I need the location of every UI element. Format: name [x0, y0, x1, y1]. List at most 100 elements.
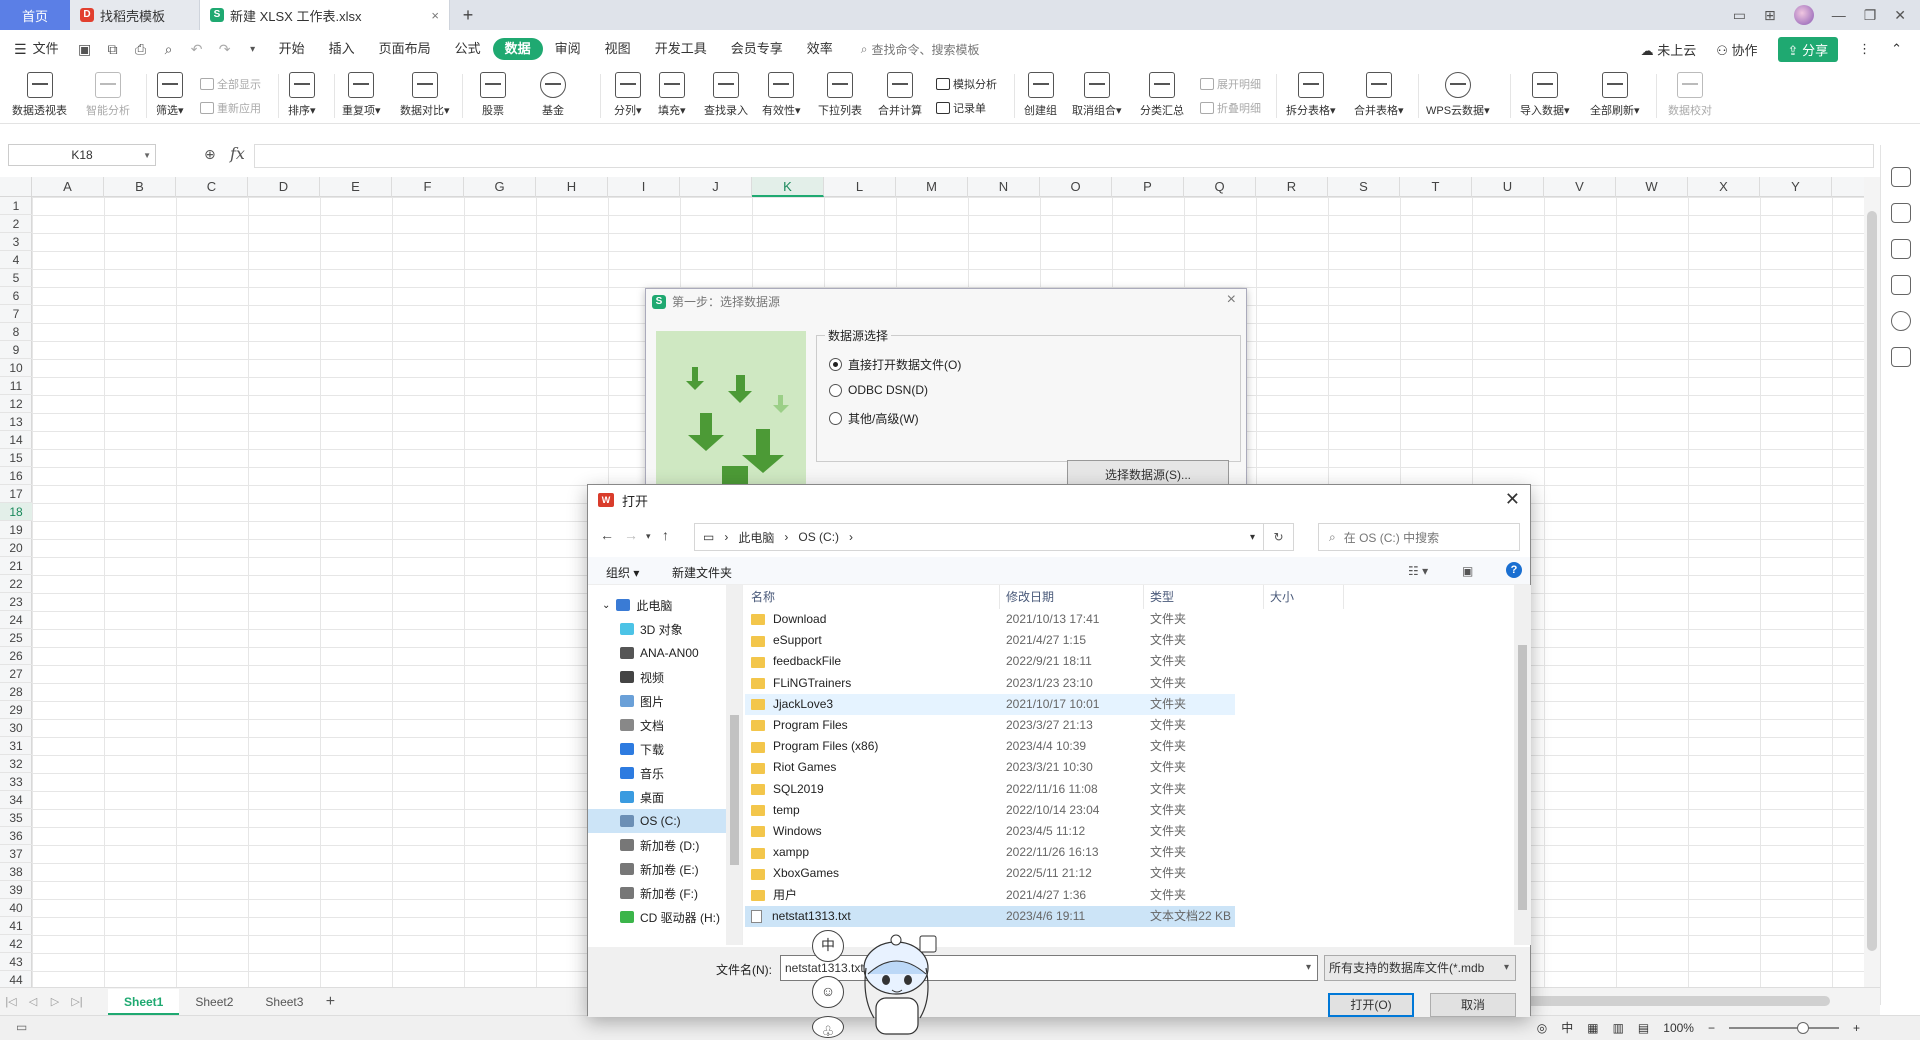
radio-odbc-dsn[interactable]: ODBC DSN(D)	[829, 383, 928, 397]
file-row[interactable]: eSupport 2021/4/27 1:15 文件夹	[745, 630, 1235, 651]
row-header[interactable]: 26	[0, 647, 32, 665]
last-sheet-icon[interactable]: ▷|	[66, 995, 88, 1008]
column-header[interactable]: D	[248, 177, 320, 197]
duplicates-button[interactable]: 重复项▾	[342, 68, 381, 124]
row-header[interactable]: 37	[0, 845, 32, 863]
expand-detail-button[interactable]: 展开明细	[1200, 76, 1261, 92]
arrow-up-icon[interactable]: ↑	[662, 527, 669, 543]
organize-button[interactable]: 组织 ▾	[606, 564, 639, 581]
breadcrumb-this-pc[interactable]: 此电脑	[738, 529, 774, 546]
row-header[interactable]: 27	[0, 665, 32, 683]
file-row[interactable]: Program Files 2023/3/27 21:13 文件夹	[745, 715, 1235, 736]
file-row[interactable]: xampp 2022/11/26 16:13 文件夹	[745, 842, 1235, 863]
vertical-scroll-thumb[interactable]	[1867, 211, 1877, 951]
normal-view-icon[interactable]: ▦	[1587, 1021, 1598, 1035]
column-header[interactable]: E	[320, 177, 392, 197]
row-header[interactable]: 28	[0, 683, 32, 701]
file-row[interactable]: Windows 2023/4/5 11:12 文件夹	[745, 821, 1235, 842]
column-header[interactable]: B	[104, 177, 176, 197]
print-icon[interactable]: ⎙	[127, 41, 155, 58]
location-icon[interactable]	[1891, 311, 1911, 331]
tree-item[interactable]: 视频	[620, 665, 664, 689]
menu-home[interactable]: 开始	[267, 38, 317, 60]
tree-item[interactable]: 文档	[620, 713, 664, 737]
column-header[interactable]: S	[1328, 177, 1400, 197]
sort-button[interactable]: 排序▾	[288, 68, 316, 124]
page-layout-view-icon[interactable]: ▥	[1613, 1021, 1624, 1035]
menu-developer[interactable]: 开发工具	[643, 38, 719, 60]
chevron-down-icon[interactable]: ⌄	[602, 600, 610, 611]
menu-insert[interactable]: 插入	[317, 38, 367, 60]
column-header[interactable]: X	[1688, 177, 1760, 197]
search-input[interactable]: ⌕ 在 OS (C:) 中搜索	[1318, 523, 1520, 551]
column-header[interactable]: W	[1616, 177, 1688, 197]
menu-view[interactable]: 视图	[593, 38, 643, 60]
row-header[interactable]: 15	[0, 449, 32, 467]
column-header[interactable]: N	[968, 177, 1040, 197]
new-tab-button[interactable]: +	[450, 0, 486, 30]
image-panel-icon[interactable]	[1891, 275, 1911, 295]
row-header[interactable]: 3	[0, 233, 32, 251]
column-header[interactable]: M	[896, 177, 968, 197]
tree-item[interactable]: 新加卷 (E:)	[620, 857, 699, 881]
row-header[interactable]: 21	[0, 557, 32, 575]
subtotal-button[interactable]: 分类汇总	[1140, 68, 1184, 124]
add-sheet-icon[interactable]: +	[319, 993, 341, 1011]
tree-item[interactable]: CD 驱动器 (H:)	[620, 905, 720, 929]
wps-cloud-data-button[interactable]: WPS云数据▾	[1426, 68, 1490, 124]
tree-item[interactable]: 新加卷 (F:)	[620, 881, 698, 905]
emoji-bubble-icon[interactable]: ☺	[812, 976, 844, 1008]
row-header[interactable]: 25	[0, 629, 32, 647]
view-options-icon[interactable]: ☷ ▾	[1408, 564, 1428, 578]
file-row[interactable]: Download 2021/10/13 17:41 文件夹	[745, 609, 1235, 630]
row-header[interactable]: 22	[0, 575, 32, 593]
tab-home[interactable]: 首页	[0, 0, 70, 30]
avatar[interactable]	[1793, 5, 1814, 25]
help-icon[interactable]: ?	[1506, 562, 1522, 578]
row-header[interactable]: 43	[0, 953, 32, 971]
prev-sheet-icon[interactable]: ◁	[22, 995, 44, 1008]
tab-template[interactable]: D 找稻壳模板	[70, 0, 200, 30]
zoom-out-icon[interactable]: −	[1708, 1021, 1715, 1035]
row-header[interactable]: 42	[0, 935, 32, 953]
split-table-button[interactable]: 拆分表格▾	[1286, 68, 1336, 124]
tree-item[interactable]: ANA-AN00	[620, 641, 699, 665]
select-all-corner[interactable]	[0, 177, 32, 197]
column-header[interactable]: A	[32, 177, 104, 197]
column-header[interactable]: L	[824, 177, 896, 197]
column-date[interactable]: 修改日期	[1000, 585, 1144, 609]
cancel-button[interactable]: 取消	[1430, 993, 1516, 1017]
restore-icon[interactable]: ❐	[1864, 7, 1877, 24]
column-header[interactable]: F	[392, 177, 464, 197]
stock-button[interactable]: 股票	[480, 68, 506, 124]
tree-item[interactable]: 3D 对象	[620, 617, 683, 641]
close-icon[interactable]: ✕	[1505, 489, 1520, 510]
tab-close-icon[interactable]: ×	[431, 8, 439, 23]
data-verify-button[interactable]: 数据校对	[1668, 68, 1712, 124]
fx-label[interactable]: fx	[230, 144, 245, 163]
column-header[interactable]: H	[536, 177, 608, 197]
menu-file[interactable]: 文件	[31, 38, 71, 60]
show-all-button[interactable]: 全部显示	[200, 76, 261, 92]
properties-icon[interactable]	[1891, 203, 1911, 223]
file-row[interactable]: temp 2022/10/14 23:04 文件夹	[745, 800, 1235, 821]
file-row[interactable]: Riot Games 2023/3/21 10:30 文件夹	[745, 757, 1235, 778]
split-column-button[interactable]: 分列▾	[614, 68, 642, 124]
row-header[interactable]: 2	[0, 215, 32, 233]
row-header[interactable]: 9	[0, 341, 32, 359]
select-tool-icon[interactable]	[1891, 239, 1911, 259]
preview-icon[interactable]: ⌕	[155, 41, 183, 58]
row-header[interactable]: 11	[0, 377, 32, 395]
preview-pane-icon[interactable]: ▣	[1462, 564, 1473, 578]
column-header[interactable]: G	[464, 177, 536, 197]
row-header[interactable]: 16	[0, 467, 32, 485]
import-data-button[interactable]: 导入数据▾	[1520, 68, 1570, 124]
zoom-level[interactable]: 100%	[1663, 1021, 1694, 1035]
window-close-icon[interactable]: ✕	[1894, 7, 1906, 24]
row-header[interactable]: 36	[0, 827, 32, 845]
validity-button[interactable]: 有效性▾	[762, 68, 801, 124]
dropdown-list-button[interactable]: 下拉列表	[818, 68, 862, 124]
tree-item[interactable]: 下载	[620, 737, 664, 761]
column-type[interactable]: 类型	[1144, 585, 1264, 609]
simulate-button[interactable]: 模拟分析	[936, 76, 997, 92]
